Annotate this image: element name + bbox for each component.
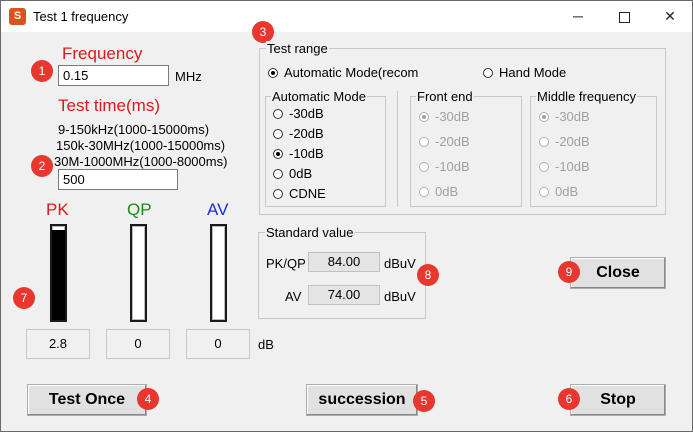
radio-empty-icon [419,161,429,172]
qp-meter [130,224,147,322]
marker-2: 2 [31,155,53,177]
option-label: -30dB [289,106,324,121]
radio-selected-icon [273,148,283,159]
option-label: -20dB [555,134,590,149]
middle-frequency-label: Middle frequency [536,89,637,104]
standard-value-group [258,232,426,319]
app-icon: S [9,8,26,25]
test-time-hint-3: 30M-1000MHz(1000-8000ms) [54,154,228,169]
pk-label: PK [46,200,69,219]
marker-7: 7 [13,287,35,309]
option-label: -10dB [289,146,324,161]
qp-value: 0 [106,329,170,359]
auto-option-0db[interactable]: 0dB [273,166,312,181]
db-unit-label: dB [258,337,274,352]
auto-mode-radio[interactable]: Automatic Mode(recom [268,65,418,80]
minimize-button[interactable]: ─ [555,1,601,32]
test-range-label: Test range [266,41,329,56]
window-title: Test 1 frequency [33,9,129,24]
av-std-label: AV [285,289,302,304]
pkqp-standard-value: 84.00 [308,252,380,272]
radio-selected-icon [419,111,429,122]
radio-empty-icon [539,161,549,172]
pk-value: 2.8 [26,329,90,359]
pkqp-unit: dBuV [384,256,416,271]
window-close-button[interactable]: ✕ [647,1,693,32]
frequency-label: Frequency [62,44,143,63]
radio-empty-icon [273,108,283,119]
option-label: -10dB [435,159,470,174]
option-label: -30dB [435,109,470,124]
av-label: AV [207,200,229,219]
dialog-window: S Test 1 frequency ─ ✕ Frequency 1 0.15 … [0,0,693,432]
radio-selected-icon [268,67,278,78]
automatic-mode-label: Automatic Mode [271,89,367,104]
auto-option-minus10[interactable]: -10dB [273,146,324,161]
test-time-input[interactable]: 500 [58,169,178,190]
stop-button[interactable]: Stop [570,384,666,416]
marker-1: 1 [31,60,53,82]
radio-selected-icon [539,111,549,122]
option-label: -30dB [555,109,590,124]
test-time-hint-1: 9-150kHz(1000-15000ms) [58,122,210,137]
option-label: 0dB [289,166,313,181]
test-time-label: Test time(ms) [58,96,160,115]
auto-option-minus30[interactable]: -30dB [273,106,324,121]
hand-mode-radio[interactable]: Hand Mode [483,65,566,80]
test-time-hint-2: 150k-30MHz(1000-15000ms) [56,138,226,153]
av-meter [210,224,227,322]
radio-empty-icon [483,67,493,78]
marker-8: 8 [417,264,439,286]
radio-empty-icon [273,128,283,139]
middle-option-minus20[interactable]: -20dB [539,134,590,149]
option-label: -20dB [289,126,324,141]
frequency-input[interactable]: 0.15 [58,65,169,86]
pkqp-label: PK/QP [266,256,306,271]
middle-option-minus30[interactable]: -30dB [539,109,590,124]
front-option-minus20[interactable]: -20dB [419,134,470,149]
succession-button[interactable]: succession [306,384,418,416]
auto-option-minus20[interactable]: -20dB [273,126,324,141]
title-bar: S Test 1 frequency ─ ✕ [1,1,692,32]
auto-mode-label: Automatic Mode(recom [284,65,419,80]
radio-empty-icon [419,186,429,197]
radio-empty-icon [273,188,283,199]
marker-5: 5 [413,390,435,412]
pk-meter [50,224,67,322]
marker-4: 4 [137,388,159,410]
front-option-minus30[interactable]: -30dB [419,109,470,124]
front-end-label: Front end [416,89,474,104]
qp-label: QP [127,200,152,219]
option-label: 0dB [435,184,459,199]
auto-option-cdne[interactable]: CDNE [273,186,326,201]
frequency-unit: MHz [175,69,202,84]
hand-mode-label: Hand Mode [499,65,567,80]
marker-3: 3 [252,21,274,43]
option-label: -20dB [435,134,470,149]
marker-6: 6 [558,388,580,410]
option-label: 0dB [555,184,579,199]
radio-empty-icon [419,136,429,147]
option-label: -10dB [555,159,590,174]
radio-empty-icon [273,168,283,179]
av-value: 0 [186,329,250,359]
front-option-minus10[interactable]: -10dB [419,159,470,174]
av-standard-value: 74.00 [308,285,380,305]
maximize-icon [618,11,630,23]
radio-empty-icon [539,136,549,147]
close-button[interactable]: Close [570,257,666,289]
marker-9: 9 [558,261,580,283]
radio-empty-icon [539,186,549,197]
test-once-button[interactable]: Test Once [27,384,147,416]
middle-option-0db[interactable]: 0dB [539,184,578,199]
standard-value-label: Standard value [265,225,355,240]
middle-option-minus10[interactable]: -10dB [539,159,590,174]
av-unit: dBuV [384,289,416,304]
group-divider [397,91,398,207]
maximize-button[interactable] [601,1,647,32]
option-label: CDNE [289,186,326,201]
front-option-0db[interactable]: 0dB [419,184,458,199]
pk-meter-fill [52,229,65,320]
